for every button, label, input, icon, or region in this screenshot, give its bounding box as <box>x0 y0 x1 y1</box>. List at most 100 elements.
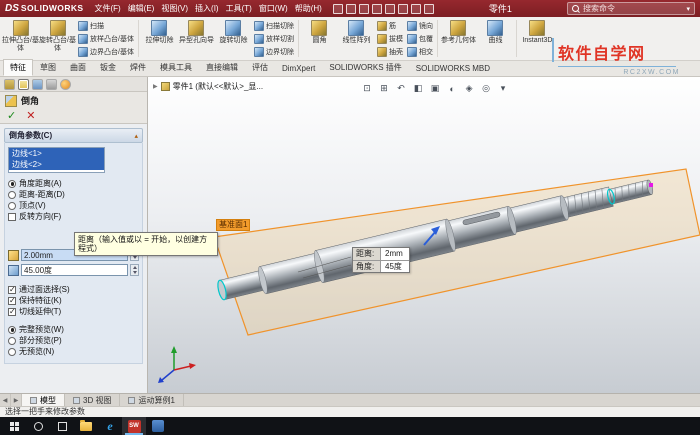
graphics-viewport[interactable]: ▶ 零件1 (默认<<默认>_显... ⊡ ⊞ ↶ ◧ ▣ ◐ ◈ ◎ ▾ 基准… <box>148 77 700 393</box>
search-caret-icon[interactable]: ▾ <box>687 5 691 13</box>
save-icon[interactable] <box>358 3 369 14</box>
zoom-fit-icon[interactable]: ⊡ <box>360 81 375 96</box>
reference-plane-label[interactable]: 基准面1 <box>216 219 251 231</box>
edge-selection-listbox[interactable]: 边线<1> 边线<2> <box>8 147 105 173</box>
tab-sw-addins[interactable]: SOLIDWORKS 插件 <box>322 59 408 76</box>
reference-geometry-button[interactable]: 参考几何体 <box>440 18 477 59</box>
tab-nav-right-icon[interactable]: ▶ <box>11 394 22 406</box>
revolved-boss-button[interactable]: 旋转凸台/基体 <box>39 18 76 59</box>
boundary-cut-button[interactable]: 边界切除 <box>253 46 294 57</box>
view-orientation-icon[interactable]: ▣ <box>428 81 443 96</box>
tree-root-label[interactable]: 零件1 (默认<<默认>_显... <box>173 81 263 92</box>
callout-angle-value[interactable]: 45度 <box>381 261 409 272</box>
tangent-propagation-checkbox[interactable]: 切线延伸(T) <box>8 306 139 317</box>
3d-views-tab[interactable]: 3D 视图 <box>65 394 121 406</box>
tab-features[interactable]: 特征 <box>3 59 33 76</box>
taskbar-search-button[interactable] <box>26 417 50 435</box>
linear-pattern-button[interactable]: 线性阵列 <box>338 18 375 59</box>
ok-button[interactable]: ✓ <box>7 110 16 122</box>
intersect-button[interactable]: 相交 <box>406 46 433 57</box>
flip-direction-checkbox[interactable]: 反转方向(F) <box>8 211 139 222</box>
extruded-boss-button[interactable]: 拉伸凸台/基体 <box>2 18 39 59</box>
menu-view[interactable]: 视图(V) <box>158 2 191 15</box>
selection-point[interactable] <box>649 183 653 187</box>
featuremanager-tab-icon[interactable] <box>4 78 15 90</box>
lofted-cut-button[interactable]: 放样切割 <box>253 33 294 44</box>
angle-stepper[interactable] <box>130 264 139 276</box>
command-search-box[interactable]: 搜索命令 ▾ <box>567 2 696 15</box>
menu-tools[interactable]: 工具(T) <box>223 2 255 15</box>
previous-view-icon[interactable]: ↶ <box>394 81 409 96</box>
display-style-icon[interactable]: ◐ <box>445 81 460 96</box>
full-preview-radio[interactable]: 完整预览(W) <box>8 324 139 335</box>
rebuild-icon[interactable] <box>410 3 421 14</box>
curves-button[interactable]: 曲线 <box>477 18 514 59</box>
boundary-boss-button[interactable]: 边界凸台/基体 <box>78 46 134 57</box>
pinned-app-button[interactable] <box>146 417 170 435</box>
section-view-icon[interactable]: ◧ <box>411 81 426 96</box>
menu-insert[interactable]: 插入(I) <box>192 2 222 15</box>
mirror-button[interactable]: 镜向 <box>406 20 433 31</box>
motion-study-tab[interactable]: 运动算例1 <box>120 394 184 406</box>
new-icon[interactable] <box>332 3 343 14</box>
tab-dimxpert[interactable]: DimXpert <box>275 61 322 76</box>
propertymanager-tab-icon[interactable] <box>18 78 29 90</box>
dimxpertmanager-tab-icon[interactable] <box>46 78 57 90</box>
tab-weldments[interactable]: 焊件 <box>123 59 153 76</box>
chamfer-callout[interactable]: 距离: 2mm 角度: 45度 <box>352 247 410 273</box>
spin-up-icon[interactable] <box>132 266 137 270</box>
tab-mold-tools[interactable]: 模具工具 <box>153 59 199 76</box>
callout-distance-value[interactable]: 2mm <box>381 248 409 260</box>
shell-button[interactable]: 抽壳 <box>376 46 403 57</box>
menu-help[interactable]: 帮助(H) <box>292 2 325 15</box>
spin-down-icon[interactable] <box>132 270 137 274</box>
selected-edge-item[interactable]: 边线<2> <box>9 159 104 170</box>
redo-icon[interactable] <box>397 3 408 14</box>
wrap-button[interactable]: 包覆 <box>406 33 433 44</box>
menu-window[interactable]: 窗口(W) <box>256 2 291 15</box>
swept-cut-button[interactable]: 扫描切除 <box>253 20 294 31</box>
model-tab[interactable]: 模型 <box>22 394 65 406</box>
chamfer-parameters-group-header[interactable]: 倒角参数(C) ▴ <box>4 128 143 143</box>
tab-sketch[interactable]: 草图 <box>33 59 63 76</box>
tab-sw-mbd[interactable]: SOLIDWORKS MBD <box>409 61 497 76</box>
tab-evaluate[interactable]: 评估 <box>245 59 275 76</box>
lofted-boss-button[interactable]: 放样凸台/基体 <box>78 33 134 44</box>
partial-preview-radio[interactable]: 部分预览(P) <box>8 335 139 346</box>
revolved-cut-button[interactable]: 旋转切除 <box>215 18 252 59</box>
draft-button[interactable]: 拔模 <box>376 33 403 44</box>
keep-features-checkbox[interactable]: 保持特征(K) <box>8 295 139 306</box>
open-icon[interactable] <box>345 3 356 14</box>
spin-down-icon[interactable] <box>132 255 137 259</box>
angle-distance-radio[interactable]: 角度距离(A) <box>8 178 139 189</box>
file-explorer-button[interactable] <box>74 417 98 435</box>
hide-show-items-icon[interactable]: ◈ <box>462 81 477 96</box>
print-icon[interactable] <box>371 3 382 14</box>
edit-appearance-icon[interactable]: ◎ <box>479 81 494 96</box>
select-through-faces-checkbox[interactable]: 通过面选择(S) <box>8 284 139 295</box>
selected-edge-item[interactable]: 边线<1> <box>9 148 104 159</box>
start-button[interactable] <box>2 417 26 435</box>
options-icon[interactable] <box>423 3 434 14</box>
configurationmanager-tab-icon[interactable] <box>32 78 43 90</box>
tab-nav-left-icon[interactable]: ◀ <box>0 394 11 406</box>
angle-input[interactable]: 45.00度 <box>21 264 128 276</box>
view-settings-caret-icon[interactable]: ▾ <box>496 81 511 96</box>
swept-boss-button[interactable]: 扫描 <box>78 20 134 31</box>
fillet-button[interactable]: 圆角 <box>301 18 338 59</box>
zoom-area-icon[interactable]: ⊞ <box>377 81 392 96</box>
hole-wizard-button[interactable]: 异型孔向导 <box>178 18 215 59</box>
tab-sheet-metal[interactable]: 钣金 <box>93 59 123 76</box>
flyout-feature-tree[interactable]: ▶ 零件1 (默认<<默认>_显... <box>153 81 263 92</box>
instant3d-button[interactable]: Instant3D <box>519 18 556 59</box>
no-preview-radio[interactable]: 无预览(N) <box>8 346 139 357</box>
tab-direct-editing[interactable]: 直接编辑 <box>199 59 245 76</box>
cancel-button[interactable]: ✕ <box>26 110 35 122</box>
menu-edit[interactable]: 编辑(E) <box>125 2 158 15</box>
menu-file[interactable]: 文件(F) <box>91 2 123 15</box>
displaymanager-tab-icon[interactable] <box>60 78 71 90</box>
model-3d-scene[interactable] <box>148 77 700 393</box>
undo-icon[interactable] <box>384 3 395 14</box>
edge-browser-button[interactable]: e <box>98 417 122 435</box>
solidworks-taskbar-button[interactable]: SW <box>122 417 146 435</box>
